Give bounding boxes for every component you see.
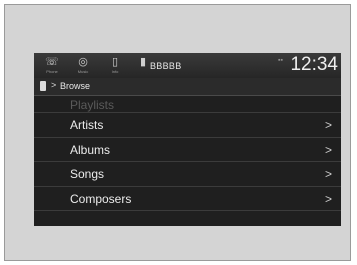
list-item-composers[interactable]: Composers > — [34, 187, 341, 211]
image-frame: ☏ Phone ◎ Music ▯ Info ▮ BBBBB ▪▪ 12:34 … — [4, 4, 351, 261]
list-item-songs[interactable]: Songs > — [34, 162, 341, 187]
list-item-artists[interactable]: Artists > — [34, 113, 341, 138]
browse-list: Playlists Artists > Albums > Songs > Com… — [34, 96, 341, 211]
chevron-right-icon: > — [324, 167, 332, 181]
signal-icon: ▪▪ — [278, 57, 283, 64]
head-unit-screen: ☏ Phone ◎ Music ▯ Info ▮ BBBBB ▪▪ 12:34 … — [34, 53, 341, 226]
music-icon[interactable]: ◎ Music — [74, 56, 92, 76]
status-bar: ☏ Phone ◎ Music ▯ Info ▮ BBBBB ▪▪ 12:34 — [34, 53, 341, 78]
source-device-icon — [40, 81, 46, 91]
device-name: BBBBB — [150, 61, 182, 71]
info-icon[interactable]: ▯ Info — [106, 56, 124, 76]
list-item-albums[interactable]: Albums > — [34, 138, 341, 162]
chevron-right-icon: > — [324, 118, 332, 132]
breadcrumb-arrow-icon: > — [51, 80, 57, 90]
breadcrumb-label[interactable]: Browse — [60, 81, 90, 91]
chevron-right-icon: > — [324, 142, 332, 157]
chevron-right-icon: > — [324, 191, 332, 206]
clock: 12:34 — [290, 54, 338, 75]
breadcrumb: > Browse — [34, 78, 341, 96]
list-item-playlists[interactable]: Playlists — [34, 96, 341, 113]
phone-icon[interactable]: ☏ Phone — [43, 56, 61, 76]
